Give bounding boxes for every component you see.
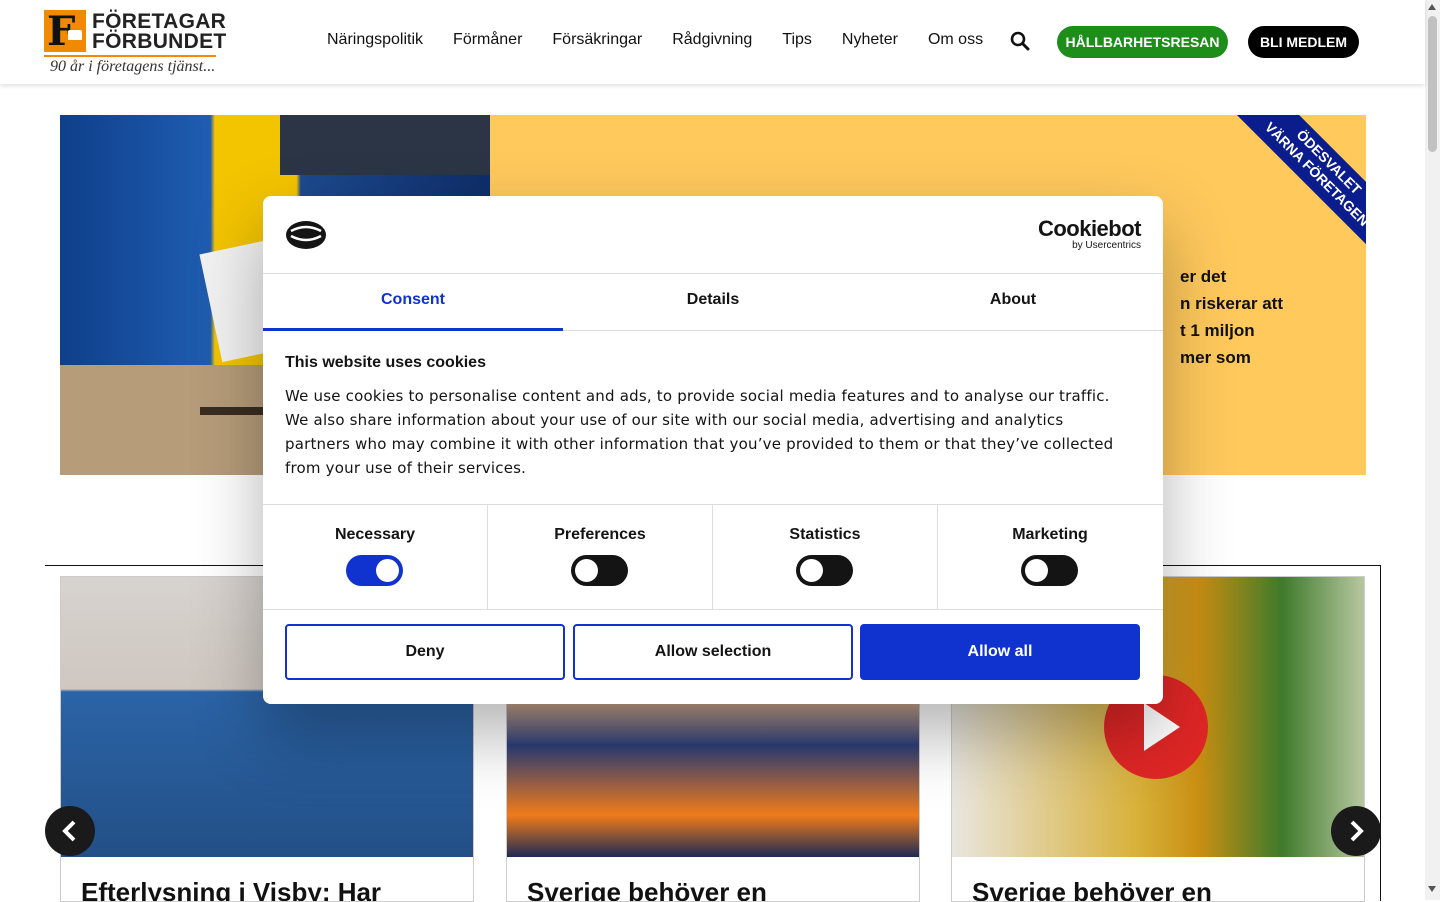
- nav-item-forsakringar[interactable]: Försäkringar: [552, 31, 642, 49]
- tab-consent[interactable]: Consent: [263, 274, 563, 331]
- carousel-prev-button[interactable]: [45, 806, 95, 856]
- cookiebot-brand[interactable]: Cookiebot by Usercentrics: [1038, 216, 1142, 251]
- necessary-toggle[interactable]: [346, 555, 403, 586]
- category-necessary: Necessary: [263, 505, 488, 609]
- dialog-body: This website uses cookies We use cookies…: [285, 354, 1115, 480]
- logo-mark-icon: F: [44, 8, 86, 55]
- campaign-ribbon: ÖDESVALET VÄRNA FÖRETAGEN: [1232, 115, 1366, 249]
- dialog-tabs: Consent Details About: [263, 274, 1163, 331]
- hero-text: er det n riskerar att t 1 miljon mer som: [1180, 267, 1283, 367]
- search-icon[interactable]: [1010, 31, 1030, 51]
- scroll-down-icon[interactable]: [1428, 886, 1436, 892]
- statistics-toggle[interactable]: [796, 555, 853, 586]
- main-nav: Näringspolitik Förmåner Försäkringar Råd…: [327, 31, 1013, 49]
- category-statistics: Statistics: [713, 505, 938, 609]
- cookie-consent-dialog: Cookiebot by Usercentrics Consent Detail…: [263, 196, 1163, 704]
- allow-selection-button[interactable]: Allow selection: [573, 624, 853, 680]
- dialog-header: Cookiebot by Usercentrics: [263, 196, 1163, 274]
- article-title: Efterlysning i Visby: Har: [81, 877, 382, 902]
- tab-about[interactable]: About: [863, 274, 1163, 330]
- cookie-categories: Necessary Preferences Statistics Marketi…: [263, 504, 1163, 610]
- dialog-heading: This website uses cookies: [285, 354, 486, 371]
- marketing-toggle[interactable]: [1021, 555, 1078, 586]
- category-marketing: Marketing: [938, 505, 1162, 609]
- nav-item-formaner[interactable]: Förmåner: [453, 31, 522, 49]
- deny-button[interactable]: Deny: [285, 624, 565, 680]
- preferences-toggle[interactable]: [571, 555, 628, 586]
- article-title: Sverige behöver en: [527, 877, 767, 902]
- become-member-button[interactable]: BLI MEDLEM: [1248, 26, 1359, 58]
- chevron-right-icon: [1350, 820, 1364, 842]
- tab-details[interactable]: Details: [563, 274, 863, 330]
- logo-text: FÖRETAGAR FÖRBUNDET: [92, 10, 227, 53]
- logo-underline: [44, 55, 216, 57]
- dialog-description: We use cookies to personalise content an…: [285, 387, 1114, 477]
- category-preferences: Preferences: [488, 505, 713, 609]
- nav-item-tips[interactable]: Tips: [782, 31, 812, 49]
- allow-all-button[interactable]: Allow all: [860, 624, 1140, 680]
- chevron-left-icon: [62, 820, 76, 842]
- nav-item-om-oss[interactable]: Om oss: [928, 31, 983, 49]
- nav-item-nyheter[interactable]: Nyheter: [842, 31, 898, 49]
- scroll-up-icon[interactable]: [1428, 4, 1436, 10]
- logo-tagline: 90 år i företagens tjänst...: [50, 58, 216, 75]
- site-header: F FÖRETAGAR FÖRBUNDET 90 år i företagens…: [0, 0, 1425, 84]
- article-title: Sverige behöver en: [972, 877, 1212, 902]
- site-logo[interactable]: F FÖRETAGAR FÖRBUNDET 90 år i företagens…: [44, 8, 227, 80]
- sustainability-journey-button[interactable]: HÅLLBARHETSRESAN: [1057, 26, 1228, 58]
- cookie-logo-icon: [286, 221, 326, 249]
- nav-item-radgivning[interactable]: Rådgivning: [672, 31, 752, 49]
- page-scrollbar[interactable]: [1425, 0, 1440, 900]
- scroll-thumb[interactable]: [1428, 16, 1437, 152]
- carousel-next-button[interactable]: [1331, 806, 1381, 856]
- nav-item-naringspolitik[interactable]: Näringspolitik: [327, 31, 423, 49]
